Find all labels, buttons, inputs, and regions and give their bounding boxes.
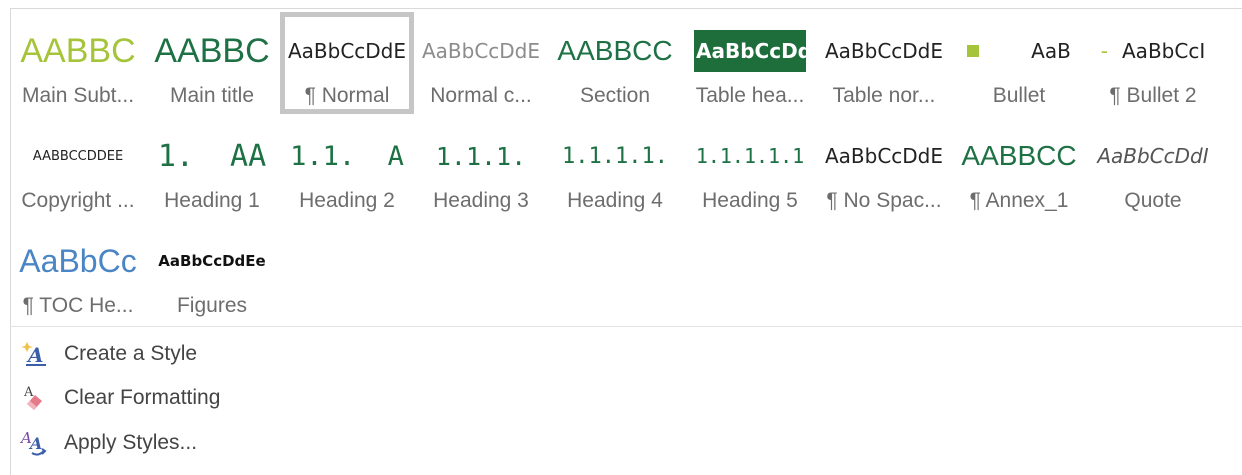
style-preview: 1.1. A [290,140,404,172]
create-style-icon: A [18,338,48,368]
style-heading-4[interactable]: 1.1.1.1. Heading 4 [548,117,682,219]
style-preview: AaBbCcDdE [421,39,541,63]
style-name: Figures [176,294,248,317]
style-preview: AABBCC [557,35,673,66]
style-normal-c[interactable]: AaBbCcDdE Normal c... [414,12,548,114]
style-copyright[interactable]: AABBCCDDEE Copyright ... [11,117,145,219]
style-preview: AaBbCcDdE [824,144,944,168]
bullet-dash-icon: - [1100,39,1108,63]
style-name: Heading 2 [299,189,395,212]
style-preview: AaBbCcDdE [824,39,944,63]
style-preview: AaBbCcDdI [694,30,806,72]
style-preview: 1.1.1.1.1 [695,144,805,168]
style-name: Copyright ... [21,189,135,212]
svg-text:A: A [28,434,42,453]
style-name: Heading 3 [433,189,529,212]
style-preview: 1.1.1. [435,141,527,171]
style-name: Table hea... [695,84,805,107]
style-name: Bullet [992,84,1046,107]
style-name: Quote [1124,189,1182,212]
style-name: Heading 4 [567,189,663,212]
style-preview: 1. AA [157,138,267,174]
clear-formatting-menu-item[interactable]: A Clear Formatting [10,378,410,418]
svg-text:A: A [23,385,34,400]
style-preview: 1.1.1.1. [562,143,668,169]
menu-separator [10,326,1242,327]
apply-styles-label: Apply Styles... [64,431,198,454]
style-table-normal[interactable]: AaBbCcDdE Table nor... [817,12,951,114]
style-normal[interactable]: AaBbCcDdE ¶ Normal [280,12,414,114]
svg-text:A: A [26,343,44,367]
style-preview: AaBbCc [19,242,137,279]
style-preview: AaBbCcDdE [287,39,407,63]
style-table-header[interactable]: AaBbCcDdI Table hea... [683,12,817,114]
style-name: Normal c... [430,84,532,107]
style-name: Main Subt... [21,84,135,107]
apply-styles-menu-item[interactable]: A A Apply Styles... [10,423,410,463]
create-style-label: Create a Style [64,342,198,365]
style-preview: AaBbCcI [1122,39,1206,63]
style-preview: AABBC [20,31,136,70]
style-annex-1[interactable]: AABBCC ¶ Annex_1 [952,117,1086,219]
style-name: ¶ No Spac... [826,189,942,212]
clear-formatting-label: Clear Formatting [64,386,221,409]
style-figures[interactable]: AaBbCcDdEe Figures [145,222,279,324]
style-name: Main title [169,84,255,107]
style-heading-3[interactable]: 1.1.1. Heading 3 [414,117,548,219]
apply-styles-icon: A A [18,427,48,457]
style-name: ¶ Normal [304,84,390,107]
style-heading-5[interactable]: 1.1.1.1.1 Heading 5 [683,117,817,219]
style-heading-2[interactable]: 1.1. A Heading 2 [280,117,414,219]
style-name: ¶ Annex_1 [969,189,1069,212]
style-toc-heading[interactable]: AaBbCc ¶ TOC He... [11,222,145,324]
create-style-menu-item[interactable]: A Create a Style [10,334,410,374]
style-preview: AABBCC [961,140,1077,171]
style-name: Heading 1 [164,189,260,212]
bullet-square-icon [967,45,980,57]
clear-formatting-icon: A [18,382,48,412]
style-main-subtitle[interactable]: AABBC Main Subt... [11,12,145,114]
style-name: Heading 5 [702,189,798,212]
style-bullet-2[interactable]: - AaBbCcI ¶ Bullet 2 [1086,12,1220,114]
style-preview: AaB [1031,39,1071,63]
style-preview: AABBC [154,31,270,70]
style-preview: AABBCCDDEE [32,148,124,164]
style-bullet[interactable]: AaB Bullet [952,12,1086,114]
style-main-title[interactable]: AABBC Main title [145,12,279,114]
style-name: Table nor... [832,84,936,107]
style-name: Section [579,84,651,107]
style-preview: AaBbCcDdEe [158,252,266,270]
style-preview: AaBbCcDdI [1097,144,1209,168]
style-name: ¶ TOC He... [22,294,134,317]
style-section[interactable]: AABBCC Section [548,12,682,114]
style-quote[interactable]: AaBbCcDdI Quote [1086,117,1220,219]
style-heading-1[interactable]: 1. AA Heading 1 [145,117,279,219]
style-no-spacing[interactable]: AaBbCcDdE ¶ No Spac... [817,117,951,219]
style-name: ¶ Bullet 2 [1109,84,1197,107]
